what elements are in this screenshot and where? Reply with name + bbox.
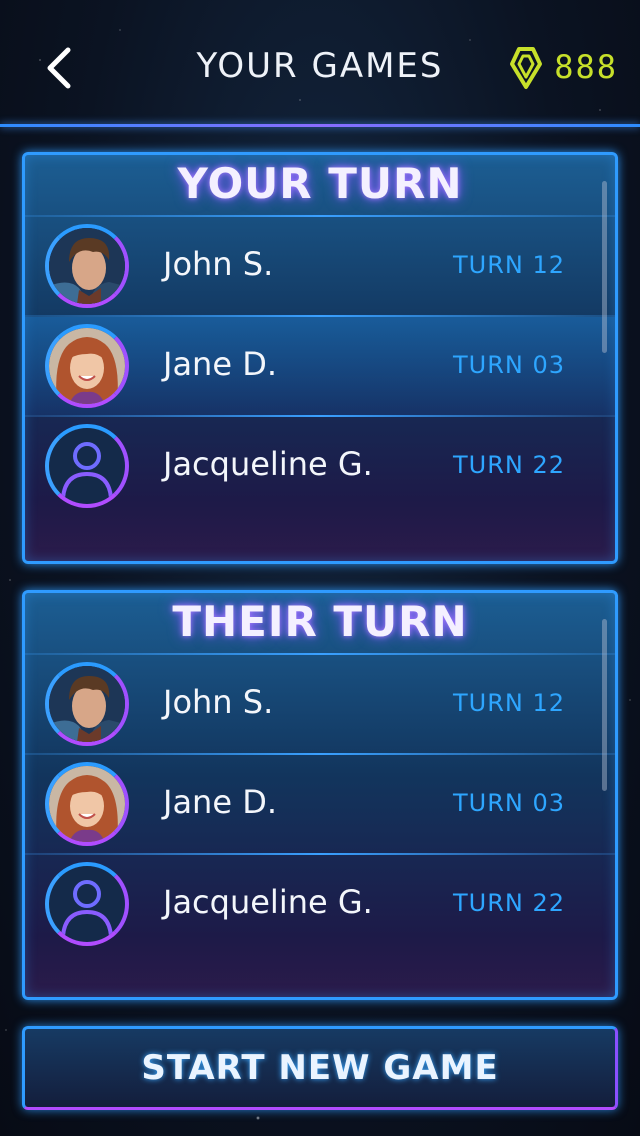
start-new-game-button[interactable]: START NEW GAME [22,1026,618,1110]
gem-balance[interactable]: 888 [508,44,618,90]
man-avatar-photo [49,228,125,304]
woman-avatar-photo [49,328,125,404]
person-placeholder-icon [61,880,113,937]
panel-title: THEIR TURN [172,597,468,646]
your-turn-panel: YOUR TURN John S. TURN 12 Jane D. TURN 0… [22,152,618,564]
header-divider [0,124,640,127]
avatar [45,424,129,508]
game-row[interactable]: Jacqueline G. TURN 22 [25,417,615,515]
avatar [45,662,129,746]
turn-number: TURN 22 [452,451,565,479]
avatar [45,862,129,946]
avatar [45,224,129,308]
player-name: Jane D. [163,783,277,821]
woman-avatar-photo [49,766,125,842]
player-name: Jane D. [163,345,277,383]
game-row-selected[interactable]: Jane D. TURN 03 [25,317,615,415]
panel-title: YOUR TURN [177,159,463,208]
player-name: Jacqueline G. [163,445,373,483]
avatar [45,324,129,408]
scrollbar[interactable] [602,181,607,353]
turn-number: TURN 03 [452,789,565,817]
gem-count: 888 [554,48,618,86]
player-name: John S. [163,683,274,721]
turn-number: TURN 12 [452,251,565,279]
their-turn-panel: THEIR TURN John S. TURN 12 Jane D. TURN … [22,590,618,1000]
avatar [45,762,129,846]
player-name: Jacqueline G. [163,883,373,921]
turn-number: TURN 03 [452,351,565,379]
person-placeholder-icon [61,442,113,499]
game-row[interactable]: John S. TURN 12 [25,217,615,315]
man-avatar-photo [49,666,125,742]
turn-number: TURN 12 [452,689,565,717]
top-bar: YOUR GAMES 888 [0,0,640,127]
turn-number: TURN 22 [452,889,565,917]
game-row[interactable]: Jacqueline G. TURN 22 [25,855,615,953]
gem-icon [510,47,543,89]
scrollbar[interactable] [602,619,607,791]
game-row[interactable]: Jane D. TURN 03 [25,755,615,853]
game-row[interactable]: John S. TURN 12 [25,655,615,753]
player-name: John S. [163,245,274,283]
